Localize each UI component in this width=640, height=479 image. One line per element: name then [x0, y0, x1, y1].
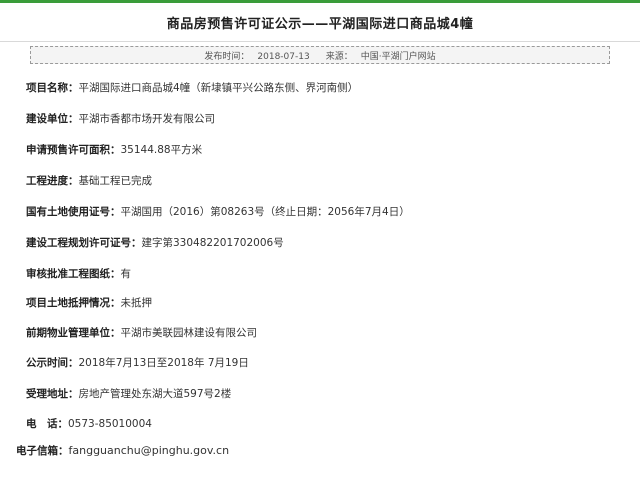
source-info: 来源： 中国·平湖门户网站 — [322, 49, 440, 62]
field-label: 国有土地使用证号： — [26, 206, 121, 218]
field-property-management: 前期物业管理单位：平湖市美联园林建设有限公司 — [26, 325, 257, 340]
field-value: 2018年7月13日至2018年 7月19日 — [78, 357, 249, 369]
page-title: 商品房预售许可证公示——平湖国际进口商品城4幢 — [166, 16, 474, 32]
field-value: 平湖国用（2016）第08263号（终止日期：2056年7月4日） — [120, 206, 410, 218]
field-label: 电子信箱： — [16, 445, 69, 457]
field-label: 建设单位： — [26, 113, 79, 125]
field-phone: 电 话：0573-85010004 — [26, 416, 152, 431]
field-value: 房地产管理处东湖大道597号2楼 — [78, 388, 232, 400]
field-value: 35144.88平方米 — [120, 144, 203, 156]
field-value: 0573-85010004 — [68, 418, 152, 430]
field-label: 电 话： — [26, 418, 68, 430]
field-mortgage: 项目土地抵押情况：未抵押 — [26, 295, 152, 310]
field-drawings: 审核批准工程图纸：有 — [26, 266, 131, 281]
field-label: 项目名称： — [26, 82, 79, 94]
field-value: 平湖市美联园林建设有限公司 — [120, 327, 258, 339]
field-value: 未抵押 — [120, 297, 153, 309]
field-presale-area: 申请预售许可面积：35144.88平方米 — [26, 142, 202, 157]
source-name[interactable]: 中国·平湖门户网站 — [361, 52, 436, 62]
field-value: 有 — [120, 268, 132, 280]
field-value: 基础工程已完成 — [78, 175, 153, 187]
publish-date: 2018-07-13 — [257, 51, 310, 62]
field-label: 受理地址： — [26, 388, 79, 400]
field-value: 平湖国际进口商品城4幢（新埭镇平兴公路东侧、界河南侧） — [78, 82, 359, 94]
field-label: 审核批准工程图纸： — [26, 268, 121, 280]
field-address: 受理地址：房地产管理处东湖大道597号2楼 — [26, 386, 231, 401]
field-progress: 工程进度：基础工程已完成 — [26, 173, 152, 188]
field-planning-permit: 建设工程规划许可证号：建字第330482201702006号 — [26, 235, 284, 250]
field-developer: 建设单位：平湖市香都市场开发有限公司 — [26, 111, 215, 126]
field-project-name: 项目名称：平湖国际进口商品城4幢（新埭镇平兴公路东侧、界河南侧） — [26, 80, 358, 95]
field-land-certificate: 国有土地使用证号：平湖国用（2016）第08263号（终止日期：2056年7月4… — [26, 204, 410, 219]
field-publicity-period: 公示时间：2018年7月13日至2018年 7月19日 — [26, 355, 249, 370]
field-value: 建字第330482201702006号 — [141, 237, 284, 249]
field-label: 建设工程规划许可证号： — [26, 237, 142, 249]
publish-label: 发布时间： — [204, 51, 250, 62]
meta-info-bar: 发布时间： 2018-07-13 来源： 中国·平湖门户网站 — [30, 46, 610, 64]
field-value: 平湖市香都市场开发有限公司 — [78, 113, 216, 125]
field-label: 工程进度： — [26, 175, 79, 187]
publish-info: 发布时间： 2018-07-13 — [200, 49, 313, 62]
field-email: 电子信箱：fangguanchu@pinghu.gov.cn — [16, 443, 229, 458]
field-label: 项目土地抵押情况： — [26, 297, 121, 309]
title-header: 商品房预售许可证公示——平湖国际进口商品城4幢 — [0, 3, 640, 42]
field-label: 前期物业管理单位： — [26, 327, 121, 339]
field-label: 申请预售许可面积： — [26, 144, 121, 156]
source-label: 来源： — [325, 51, 353, 62]
field-label: 公示时间： — [26, 357, 79, 369]
email-link[interactable]: fangguanchu@pinghu.gov.cn — [69, 444, 230, 457]
